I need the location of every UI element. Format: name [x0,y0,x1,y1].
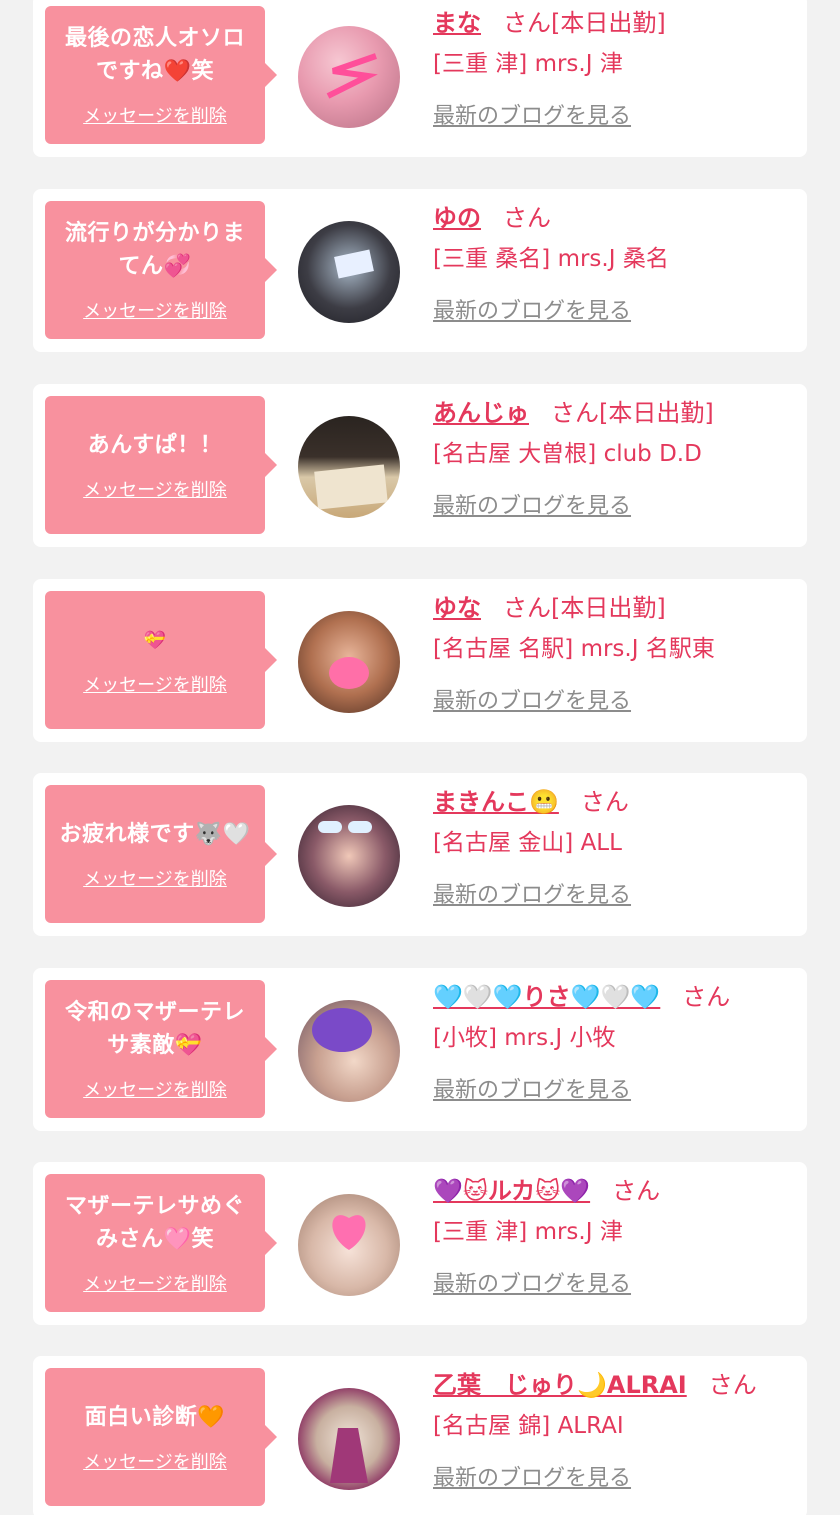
message-bubble: 最後の恋人オソロですね❤️笑 メッセージを削除 [45,6,277,144]
avatar[interactable] [298,1194,400,1296]
delete-message-link[interactable]: メッセージを削除 [83,297,227,323]
message-bubble: お疲れ様です🐺🤍 メッセージを削除 [45,785,277,923]
message-bubble: 面白い診断🧡 メッセージを削除 [45,1368,277,1506]
avatar[interactable] [298,1000,400,1102]
message-text: マザーテレサめぐみさん🩷笑 [64,1194,245,1252]
message-bubble: 流行りが分かりまてん💞 メッセージを削除 [45,201,277,339]
message-card: マザーテレサめぐみさん🩷笑 メッセージを削除 💜🐱ルカ🐱💜 さん [三重 津] … [33,1162,807,1325]
name-suffix: さん [708,1370,757,1399]
name-suffix: さん[本日出勤] [503,8,666,37]
avatar[interactable] [298,805,400,907]
message-text: 💝 [143,629,167,651]
message-card: 💝 メッセージを削除 ゆな さん[本日出勤] [名古屋 名駅] mrs.J 名駅… [33,579,807,742]
message-card: 面白い診断🧡 メッセージを削除 乙葉 じゅり🌙ALRAI さん [名古屋 錦] … [33,1356,807,1515]
delete-message-link[interactable]: メッセージを削除 [83,865,227,891]
message-bubble: マザーテレサめぐみさん🩷笑 メッセージを削除 [45,1174,277,1312]
shop-info: [名古屋 錦] ALRAI [433,1413,624,1439]
message-text: あんすぱ！！ [87,432,223,458]
name-suffix: さん[本日出勤] [551,398,714,427]
latest-blog-link[interactable]: 最新のブログを見る [433,1266,631,1298]
girl-info: ゆな さん[本日出勤] [名古屋 名駅] mrs.J 名駅東 最新のブログを見る [433,583,799,715]
girl-name-link[interactable]: ゆな [433,588,481,623]
shop-info: [三重 津] mrs.J 津 [433,1219,623,1245]
girl-name-link[interactable]: まきんこ😬 [433,782,559,817]
avatar[interactable] [298,611,400,713]
girl-info: 乙葉 じゅり🌙ALRAI さん [名古屋 錦] ALRAI 最新のブログを見る [433,1360,799,1492]
message-card: 令和のマザーテレサ素敵💝 メッセージを削除 🩵🤍🩵りさ🩵🤍🩵 さん [小牧] m… [33,968,807,1131]
avatar-sticker-icon [312,1008,372,1052]
message-card: お疲れ様です🐺🤍 メッセージを削除 まきんこ😬 さん [名古屋 金山] ALL … [33,773,807,936]
avatar-scribble-icon [326,53,378,99]
message-text: 令和のマザーテレサ素敵💝 [64,1000,245,1058]
latest-blog-link[interactable]: 最新のブログを見る [433,1460,631,1492]
message-card: 流行りが分かりまてん💞 メッセージを削除 ゆの さん [三重 桑名] mrs.J… [33,189,807,352]
message-text: 面白い診断🧡 [84,1404,226,1430]
shop-info: [名古屋 名駅] mrs.J 名駅東 [433,636,715,662]
girl-info: 🩵🤍🩵りさ🩵🤍🩵 さん [小牧] mrs.J 小牧 最新のブログを見る [433,972,799,1104]
delete-message-link[interactable]: メッセージを削除 [83,1448,227,1474]
message-card: 最後の恋人オソロですね❤️笑 メッセージを削除 まな さん[本日出勤] [三重 … [33,0,807,157]
message-text: お疲れ様です🐺🤍 [59,821,251,847]
delete-message-link[interactable]: メッセージを削除 [83,671,227,697]
girl-name-link[interactable]: ゆの [433,198,481,233]
girl-name-link[interactable]: まな [433,3,481,38]
delete-message-link[interactable]: メッセージを削除 [83,1076,227,1102]
girl-info: 💜🐱ルカ🐱💜 さん [三重 津] mrs.J 津 最新のブログを見る [433,1166,799,1298]
latest-blog-link[interactable]: 最新のブログを見る [433,293,631,325]
delete-message-link[interactable]: メッセージを削除 [83,1270,227,1296]
delete-message-link[interactable]: メッセージを削除 [83,476,227,502]
girl-name-link[interactable]: 🩵🤍🩵りさ🩵🤍🩵 [433,977,660,1012]
shop-info: [三重 津] mrs.J 津 [433,51,623,77]
name-suffix: さん [503,203,551,232]
avatar[interactable] [298,416,400,518]
girl-name-link[interactable]: 乙葉 じゅり🌙ALRAI [433,1365,687,1400]
name-suffix: さん[本日出勤] [503,593,666,622]
message-text: 流行りが分かりまてん💞 [64,221,245,279]
avatar-card-icon [334,249,374,279]
avatar-card-icon [314,464,388,510]
latest-blog-link[interactable]: 最新のブログを見る [433,683,631,715]
message-bubble: 令和のマザーテレサ素敵💝 メッセージを削除 [45,980,277,1118]
girl-info: ゆの さん [三重 桑名] mrs.J 桑名 最新のブログを見る [433,193,799,325]
latest-blog-link[interactable]: 最新のブログを見る [433,877,631,909]
girl-name-link[interactable]: 💜🐱ルカ🐱💜 [433,1171,590,1206]
name-suffix: さん [612,1176,661,1205]
girl-info: あんじゅ さん[本日出勤] [名古屋 大曽根] club D.D 最新のブログを… [433,388,799,520]
message-card: あんすぱ！！ メッセージを削除 あんじゅ さん[本日出勤] [名古屋 大曽根] … [33,384,807,547]
avatar[interactable] [298,1388,400,1490]
name-suffix: さん [580,787,629,816]
shop-info: [小牧] mrs.J 小牧 [433,1025,616,1051]
avatar-dress-icon [330,1428,368,1483]
avatar-sunglasses-icon [318,821,372,833]
avatar[interactable] [298,221,400,323]
girl-info: まな さん[本日出勤] [三重 津] mrs.J 津 最新のブログを見る [433,0,799,130]
message-text: 最後の恋人オソロですね❤️笑 [64,26,245,84]
shop-info: [名古屋 金山] ALL [433,830,622,856]
message-bubble: あんすぱ！！ メッセージを削除 [45,396,277,534]
delete-message-link[interactable]: メッセージを削除 [83,102,227,128]
girl-info: まきんこ😬 さん [名古屋 金山] ALL 最新のブログを見る [433,777,799,909]
avatar[interactable] [298,26,400,128]
latest-blog-link[interactable]: 最新のブログを見る [433,1072,631,1104]
shop-info: [三重 桑名] mrs.J 桑名 [433,246,669,272]
avatar-heart-icon [332,1215,366,1250]
name-suffix: さん [682,982,731,1011]
girl-name-link[interactable]: あんじゅ [433,393,529,428]
shop-info: [名古屋 大曽根] club D.D [433,441,702,467]
avatar-mask-icon [329,657,369,689]
latest-blog-link[interactable]: 最新のブログを見る [433,488,631,520]
message-bubble: 💝 メッセージを削除 [45,591,277,729]
latest-blog-link[interactable]: 最新のブログを見る [433,98,631,130]
